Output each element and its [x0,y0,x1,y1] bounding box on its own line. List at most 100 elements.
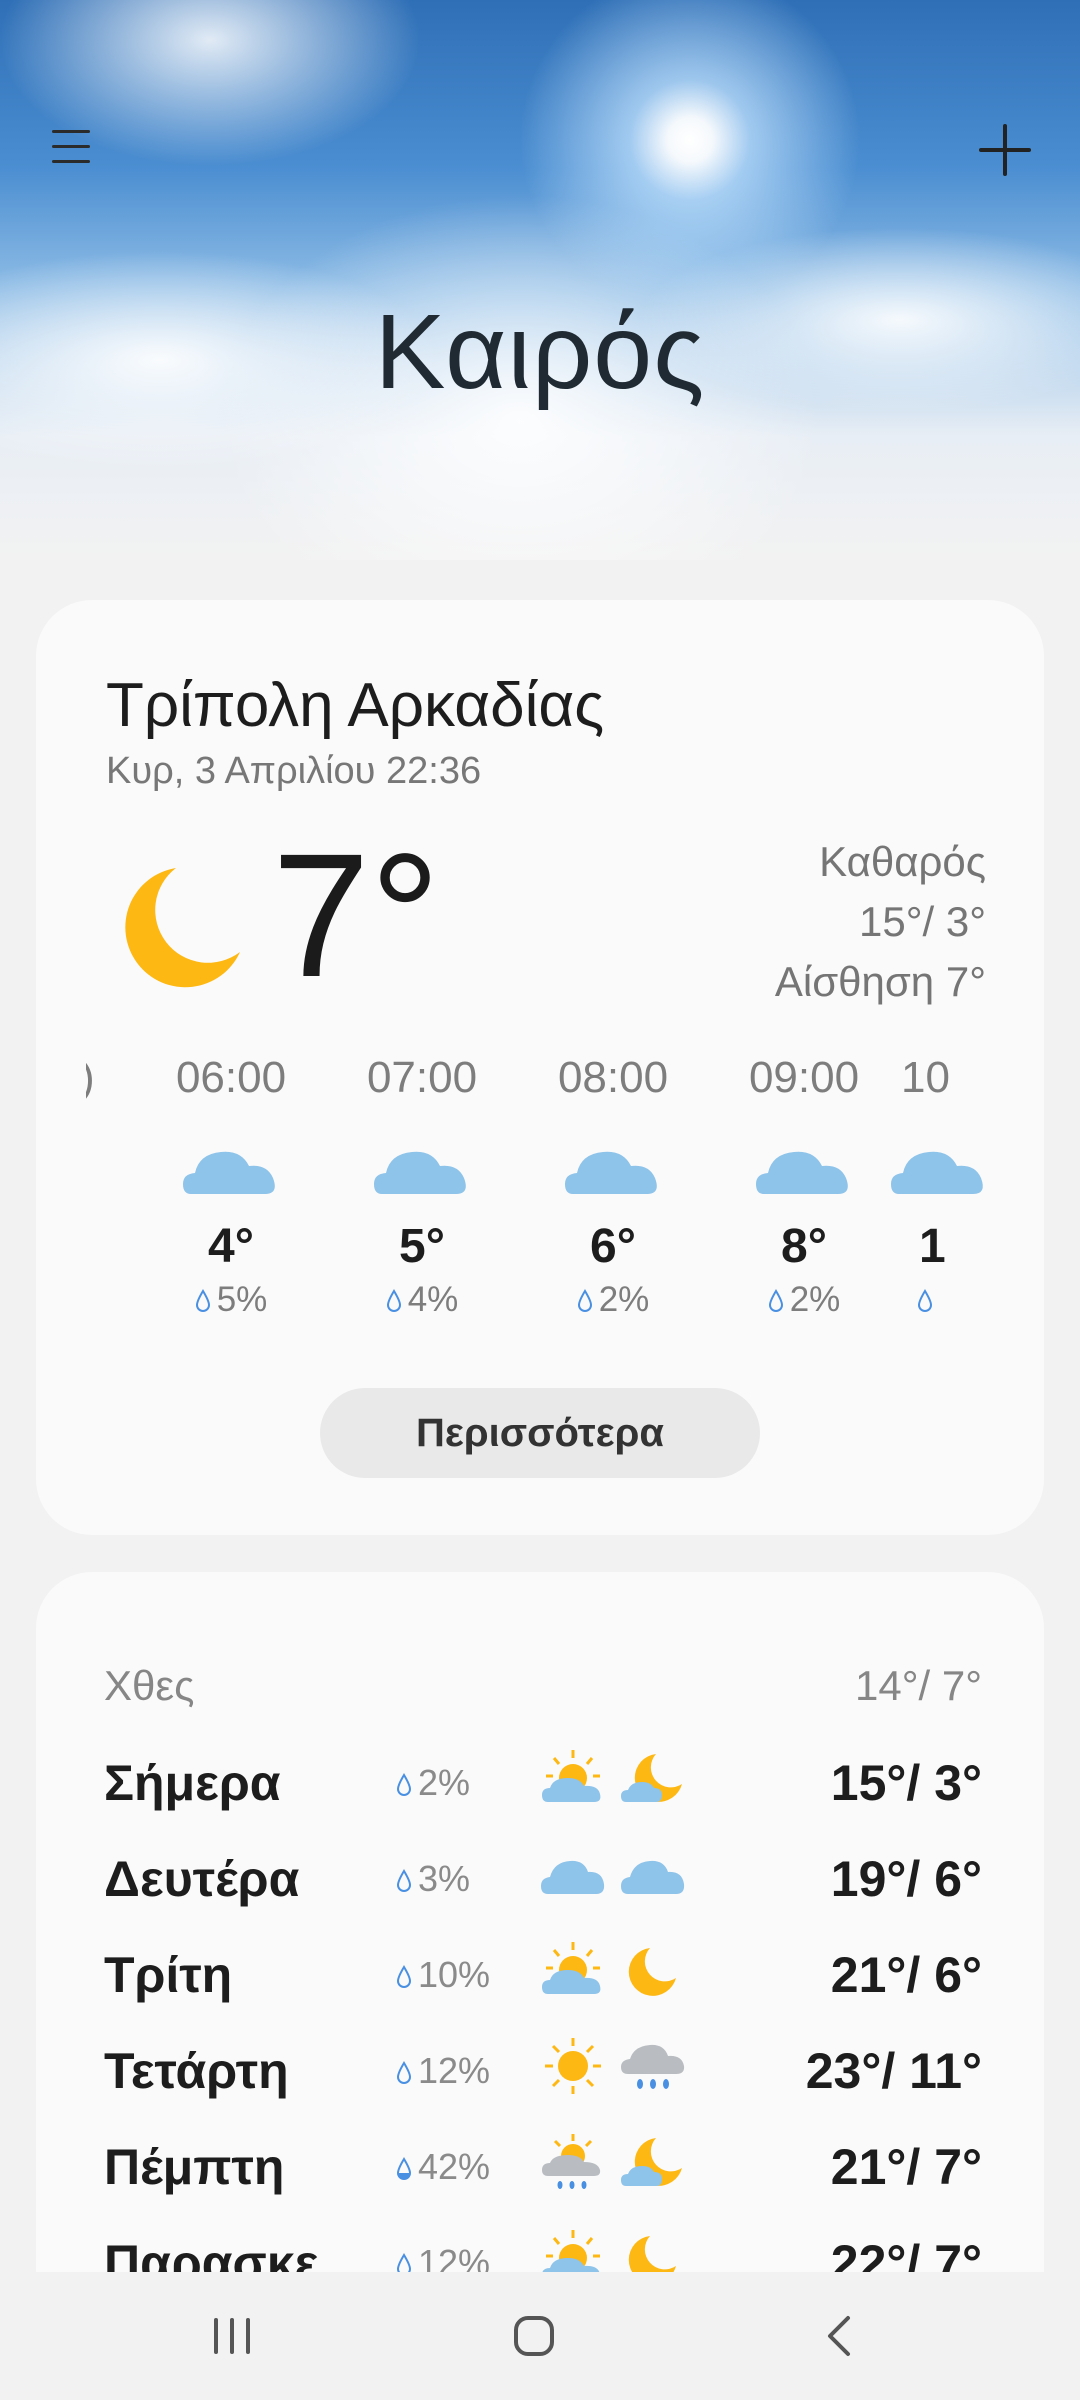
drop-icon [396,2253,412,2272]
current-weather-card[interactable]: Τρίπολη Αρκαδίας Κυρ, 3 Απριλίου 22:36 7… [36,600,1044,1535]
day-range: 21°/ 7° [830,2139,982,2195]
recent-apps-icon[interactable] [192,2306,272,2366]
partly-sunny-icon [542,1750,601,1802]
hour-temp: 4° [208,1220,254,1273]
hourly-forecast-strip[interactable]: ) 06:00 4° 5% 07:00 5° 4% 08:00 6° 2% [86,1048,996,1348]
drop-icon [396,2061,412,2084]
daily-forecast-card[interactable]: Χθες 14°/ 7° Σήμερα 2% 15°/ 3° Δευτέρα 3… [36,1572,1044,2272]
hour-time: 09:00 [748,1053,860,1102]
hour-temp: 6° [590,1220,636,1273]
cloud-icon [183,1151,275,1194]
location-name: Τρίπολη Αρκαδίας [106,671,605,740]
more-button[interactable]: Περισσότερα [320,1388,760,1478]
drop-icon [195,1289,210,1312]
day-range: 21°/ 6° [830,1947,982,2003]
day-precip-value: 42% [418,2146,491,2187]
drop-icon [396,1869,412,1892]
hamburger-menu-icon[interactable] [42,118,102,178]
hour-precip: 5% [141,1280,321,1320]
hour-item: 06:00 4° 5% [141,1048,321,1320]
hour-precip: 4% [332,1280,512,1320]
drop-icon [768,1289,783,1312]
hour-time: 07:00 [366,1053,478,1102]
yesterday-range: 14°/ 7° [854,1662,982,1709]
app-title: Καιρός [374,293,706,411]
day-precip-value: 12% [418,2050,491,2091]
day-precip-value: 10% [418,1954,491,1995]
cloud-icon [621,1860,685,1894]
daily-row[interactable]: Παρασκε... 12% 22°/ 7° [36,2230,1044,2272]
drop-icon [396,1965,412,1988]
daily-row[interactable]: Πέμπτη 42% 21°/ 7° [36,2134,1044,2234]
daily-row[interactable]: Σήμερα 2% 15°/ 3° [36,1750,1044,1850]
plus-icon[interactable] [972,118,1038,184]
hour-precip-value: 5% [216,1280,268,1319]
cloud-icon [541,1860,605,1894]
system-navigation-bar [0,2272,1080,2400]
drop-icon [917,1289,933,1312]
day-precip: 10% [396,1954,490,1996]
partly-sunny-icon [542,1942,601,1994]
day-precip: 12% [396,2050,490,2092]
day-name: Τετάρτη [104,2043,289,2099]
hour-time: 06:00 [175,1053,287,1102]
day-precip-value: 12% [418,2242,491,2272]
day-range: 15°/ 3° [830,1755,982,1811]
day-range: 22°/ 7° [830,2235,982,2272]
daily-row[interactable]: Δευτέρα 3% 19°/ 6° [36,1850,1044,1946]
hour-item: 08:00 6° 2% [523,1048,703,1320]
hour-cut-off-label: ) [86,1048,95,1108]
hour-temp: 1 [919,1220,946,1273]
day-precip-value: 3% [418,1858,471,1899]
current-temperature: 7° [272,818,441,1014]
cloud-icon [756,1151,848,1194]
hour-precip-value: 4% [407,1280,459,1319]
day-name: Παρασκε... [104,2235,361,2272]
home-icon[interactable] [494,2306,574,2366]
high-low-temperature: 15°/ 3° [858,898,986,945]
sun-icon [545,2038,601,2094]
drop-icon [396,1773,412,1796]
hour-temp: 5° [399,1220,445,1273]
condition-text: Καθαρός [819,838,986,885]
sky-header-background [0,0,1080,560]
rain-cloud-icon [621,2044,685,2089]
update-datetime: Κυρ, 3 Απριλίου 22:36 [106,750,482,792]
hour-item: 07:00 5° 4% [332,1048,512,1320]
day-name: Πέμπτη [104,2139,285,2195]
day-name: Δευτέρα [104,1851,300,1907]
drop-icon [386,1289,401,1312]
cloud-icon [565,1151,657,1194]
day-name: Τρίτη [104,1947,233,2003]
hour-precip: 2% [523,1280,703,1320]
hour-item-partial: 10 1 [891,1048,996,1320]
hour-temp: 8° [781,1220,827,1273]
hour-time: 10 [901,1053,950,1102]
cloud-icon [891,1151,983,1194]
partly-cloudy-night-icon [621,1754,682,1802]
day-range: 19°/ 6° [830,1851,982,1907]
hour-time: 08:00 [557,1053,669,1102]
drop-icon [577,1289,592,1312]
daily-row[interactable]: Τετάρτη 12% 23°/ 11° [36,2038,1044,2138]
day-precip: 3% [396,1858,470,1900]
sun-shower-icon [542,2134,601,2189]
cloud-icon [374,1151,466,1194]
hour-precip: 2% [714,1280,894,1320]
yesterday-label: Χθες [104,1662,195,1709]
day-precip: 12% [396,2242,490,2272]
partly-sunny-icon [542,2230,600,2272]
moon-icon [125,868,240,988]
hour-precip-value: 2% [598,1280,650,1319]
hour-precip [901,1280,996,1320]
day-name: Σήμερα [104,1755,281,1811]
drop-icon-filled [396,2157,412,2180]
day-range: 23°/ 11° [805,2043,982,2099]
partly-cloudy-night-icon [621,2138,682,2186]
day-precip-value: 2% [418,1762,471,1803]
day-precip: 2% [396,1762,470,1804]
daily-row[interactable]: Τρίτη 10% 21°/ 6° [36,1942,1044,2042]
moon-icon [628,2236,676,2272]
hour-item: 09:00 8° 2% [714,1048,894,1320]
back-icon[interactable] [800,2306,880,2366]
